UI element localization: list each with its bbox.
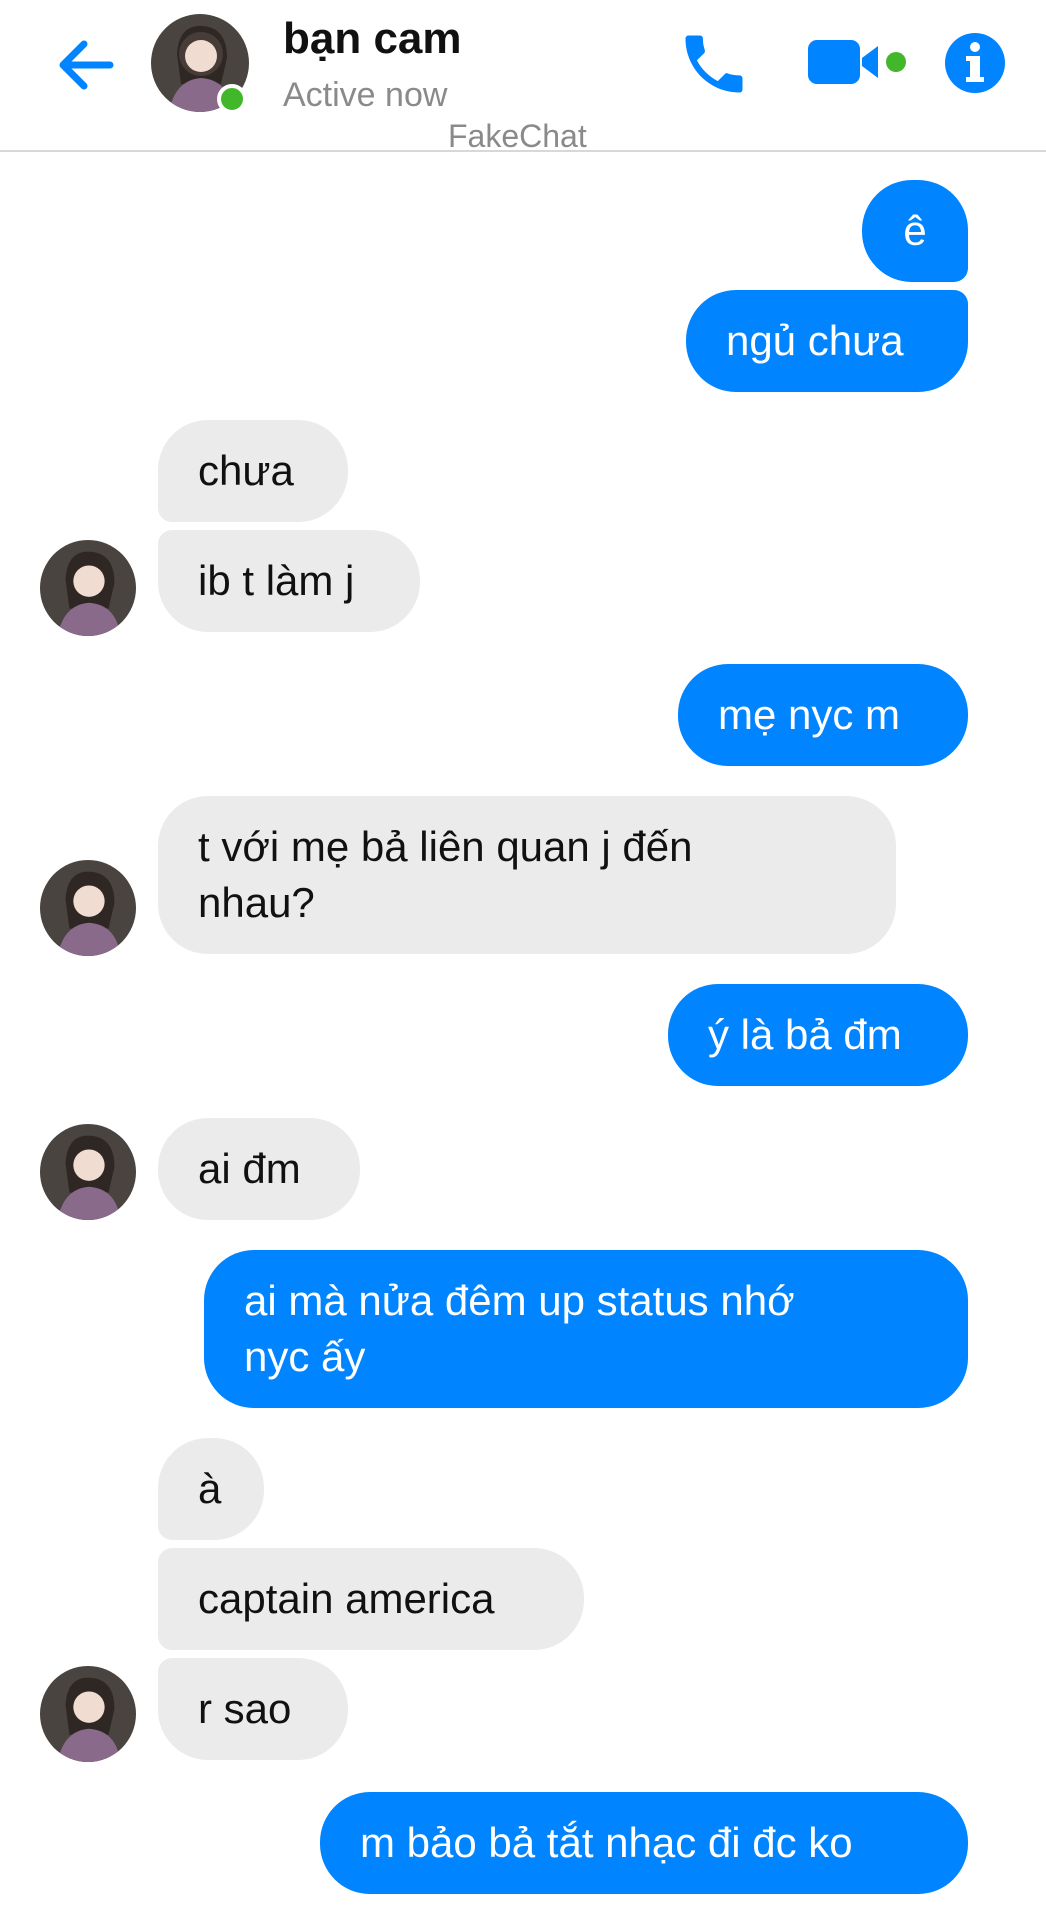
contact-name[interactable]: bạn cam — [283, 14, 462, 64]
arrow-left-icon — [59, 40, 114, 90]
online-indicator — [217, 84, 247, 114]
received-message[interactable]: captain america — [158, 1548, 584, 1650]
voice-call-button[interactable] — [676, 26, 752, 102]
video-camera-icon — [808, 40, 906, 84]
contact-avatar-small[interactable] — [40, 540, 136, 636]
received-message[interactable]: ib t làm j — [158, 530, 420, 632]
sent-message[interactable]: ê — [862, 180, 968, 282]
back-button[interactable] — [52, 30, 122, 100]
sent-message[interactable]: mẹ nyc m — [678, 664, 968, 766]
message-list[interactable]: ê ngủ chưa chưa ib t làm j mẹ nyc m t vớ… — [0, 152, 1046, 1920]
avatar-image — [40, 1124, 136, 1220]
sent-message[interactable]: ý là bả đm — [668, 984, 968, 1086]
received-message[interactable]: t với mẹ bả liên quan j đến nhau? — [158, 796, 896, 954]
received-message[interactable]: à — [158, 1438, 264, 1540]
received-message[interactable]: ai đm — [158, 1118, 360, 1220]
avatar-image — [40, 540, 136, 636]
avatar-image — [40, 1666, 136, 1762]
sent-message[interactable]: m bảo bả tắt nhạc đi đc ko — [320, 1792, 968, 1894]
received-message[interactable]: r sao — [158, 1658, 348, 1760]
contact-avatar-small[interactable] — [40, 1666, 136, 1762]
info-icon — [945, 33, 1005, 93]
contact-status: Active now — [283, 76, 448, 114]
contact-avatar-small[interactable] — [40, 860, 136, 956]
avatar-image — [40, 860, 136, 956]
info-button[interactable] — [944, 32, 1006, 94]
sent-message[interactable]: ngủ chưa — [686, 290, 968, 392]
chat-header: bạn cam Active now FakeChat — [0, 0, 1046, 154]
video-call-button[interactable] — [806, 34, 916, 94]
received-message[interactable]: chưa — [158, 420, 348, 522]
phone-icon — [685, 35, 743, 93]
sent-message[interactable]: ai mà nửa đêm up status nhớ nyc ấy — [204, 1250, 968, 1408]
watermark-text: FakeChat — [448, 118, 587, 154]
contact-avatar-small[interactable] — [40, 1124, 136, 1220]
